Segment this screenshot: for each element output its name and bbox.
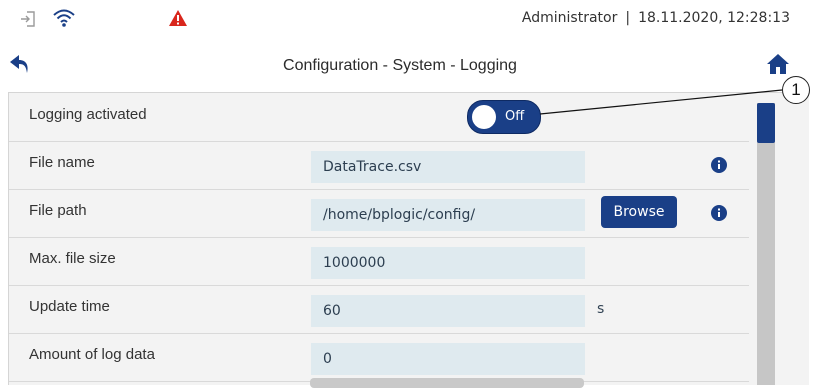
callout-marker: 1 [782, 76, 810, 104]
callout-leader-line [539, 89, 783, 115]
